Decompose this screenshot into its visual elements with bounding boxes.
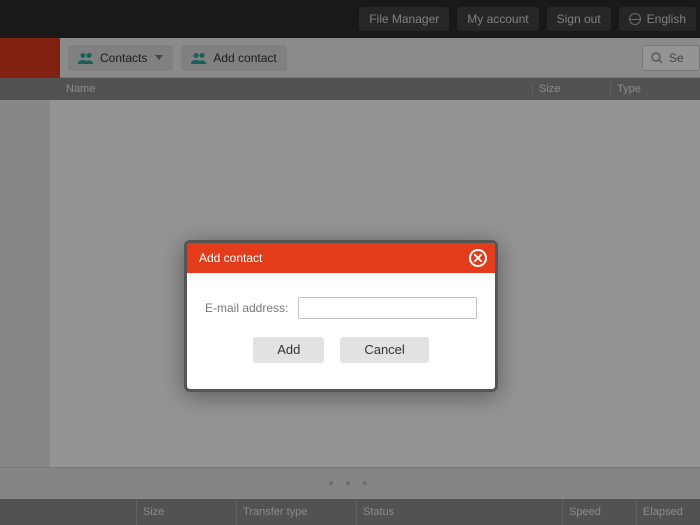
- email-field[interactable]: [298, 297, 477, 319]
- dialog-title: Add contact: [199, 251, 469, 265]
- add-contact-dialog: Add contact E-mail address: Add Cancel: [184, 240, 498, 392]
- cancel-button[interactable]: Cancel: [340, 337, 428, 363]
- add-button-label: Add: [277, 342, 300, 357]
- add-button[interactable]: Add: [253, 337, 324, 363]
- cancel-button-label: Cancel: [364, 342, 404, 357]
- dialog-header: Add contact: [187, 243, 495, 273]
- close-button[interactable]: [469, 249, 487, 267]
- close-icon: [474, 254, 482, 262]
- dialog-body: E-mail address: Add Cancel: [187, 273, 495, 389]
- email-label: E-mail address:: [205, 301, 288, 315]
